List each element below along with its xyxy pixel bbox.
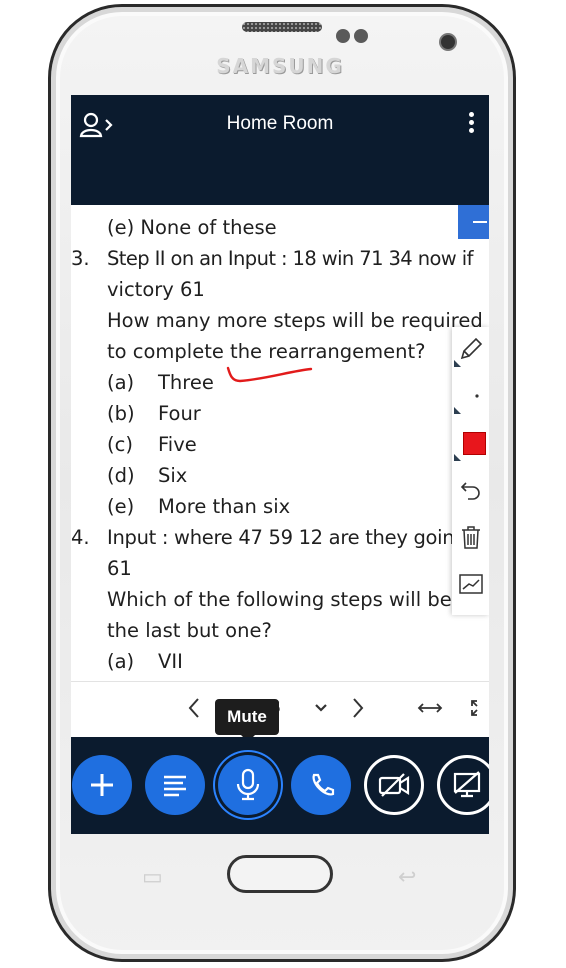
microphone-icon [236, 768, 260, 801]
chevron-left-icon[interactable] [183, 693, 205, 723]
option-text: VII [158, 650, 183, 673]
add-icon [91, 774, 113, 796]
arrows-horizontal-icon[interactable] [415, 693, 445, 723]
front-camera [441, 35, 455, 49]
divider [71, 681, 489, 682]
light-sensor [354, 29, 368, 43]
phone-button[interactable] [291, 755, 351, 815]
color-swatch-icon[interactable] [452, 421, 489, 465]
top-bar: Home Room [71, 95, 489, 205]
phone-icon [312, 773, 335, 796]
vertical-dots-icon[interactable] [463, 109, 479, 139]
add-button[interactable] [72, 755, 132, 815]
dot-icon[interactable] [452, 374, 489, 418]
expand-icon[interactable] [469, 693, 489, 723]
option-text: More than six [158, 495, 291, 518]
app-screen: Home Room ⌒ (e) None of these 3. Step II… [71, 95, 489, 834]
screen-share-off-icon [453, 771, 481, 798]
option-label: (c) [107, 433, 133, 456]
chart-icon[interactable] [452, 562, 489, 606]
undo-icon[interactable] [452, 468, 489, 512]
option-label: (b) [107, 402, 135, 425]
option-text: Four [158, 402, 201, 425]
screen-share-button[interactable] [437, 755, 489, 815]
option-text: Five [158, 433, 197, 456]
call-controls-bar [71, 737, 489, 834]
option-text: Three [158, 371, 214, 394]
mute-tooltip: Mute [215, 699, 279, 735]
question-number: 4. [71, 526, 90, 549]
document-viewer[interactable]: ⌒ (e) None of these 3. Step II on an Inp… [71, 205, 489, 681]
annotation-toolbar [452, 327, 489, 615]
recent-apps-key[interactable]: ▭ [142, 864, 163, 890]
collapse-panel-button[interactable] [458, 205, 489, 239]
video-off-icon [378, 773, 410, 797]
option-label: (a) [107, 371, 135, 394]
brand-logo: SAMSUNG [216, 54, 344, 78]
question-text: the last but one? [107, 619, 272, 642]
option-text: Six [158, 464, 188, 487]
chevron-right-icon[interactable] [347, 693, 369, 723]
option-label: (d) [107, 464, 135, 487]
proximity-sensor [336, 29, 350, 43]
trash-icon[interactable] [452, 515, 489, 559]
back-key[interactable]: ↩ [398, 864, 416, 890]
earpiece-speaker [242, 22, 322, 32]
mute-button[interactable] [218, 755, 278, 815]
chevron-down-icon[interactable] [309, 693, 333, 723]
list-button[interactable] [145, 755, 205, 815]
option-line: (e) None of these [107, 216, 277, 239]
question-text: How many more steps will be required [107, 309, 483, 332]
question-text: Which of the following steps will be [107, 588, 452, 611]
home-button[interactable] [227, 855, 333, 893]
question-number: 3. [71, 247, 90, 270]
list-icon [164, 775, 186, 797]
question-text: victory 61 [107, 278, 205, 301]
room-title: Home Room [226, 113, 334, 134]
page-controls: 5 [71, 681, 489, 735]
pencil-icon[interactable] [452, 327, 489, 371]
option-label: (e) [107, 495, 135, 518]
question-text: 61 [107, 557, 132, 580]
question-text: Step II on an Input : 18 win 71 34 now i… [107, 247, 473, 270]
pen-annotation [226, 366, 313, 383]
question-text: Input : where 47 59 12 are they going [107, 526, 467, 549]
option-label: (a) [107, 650, 135, 673]
video-button[interactable] [364, 755, 424, 815]
